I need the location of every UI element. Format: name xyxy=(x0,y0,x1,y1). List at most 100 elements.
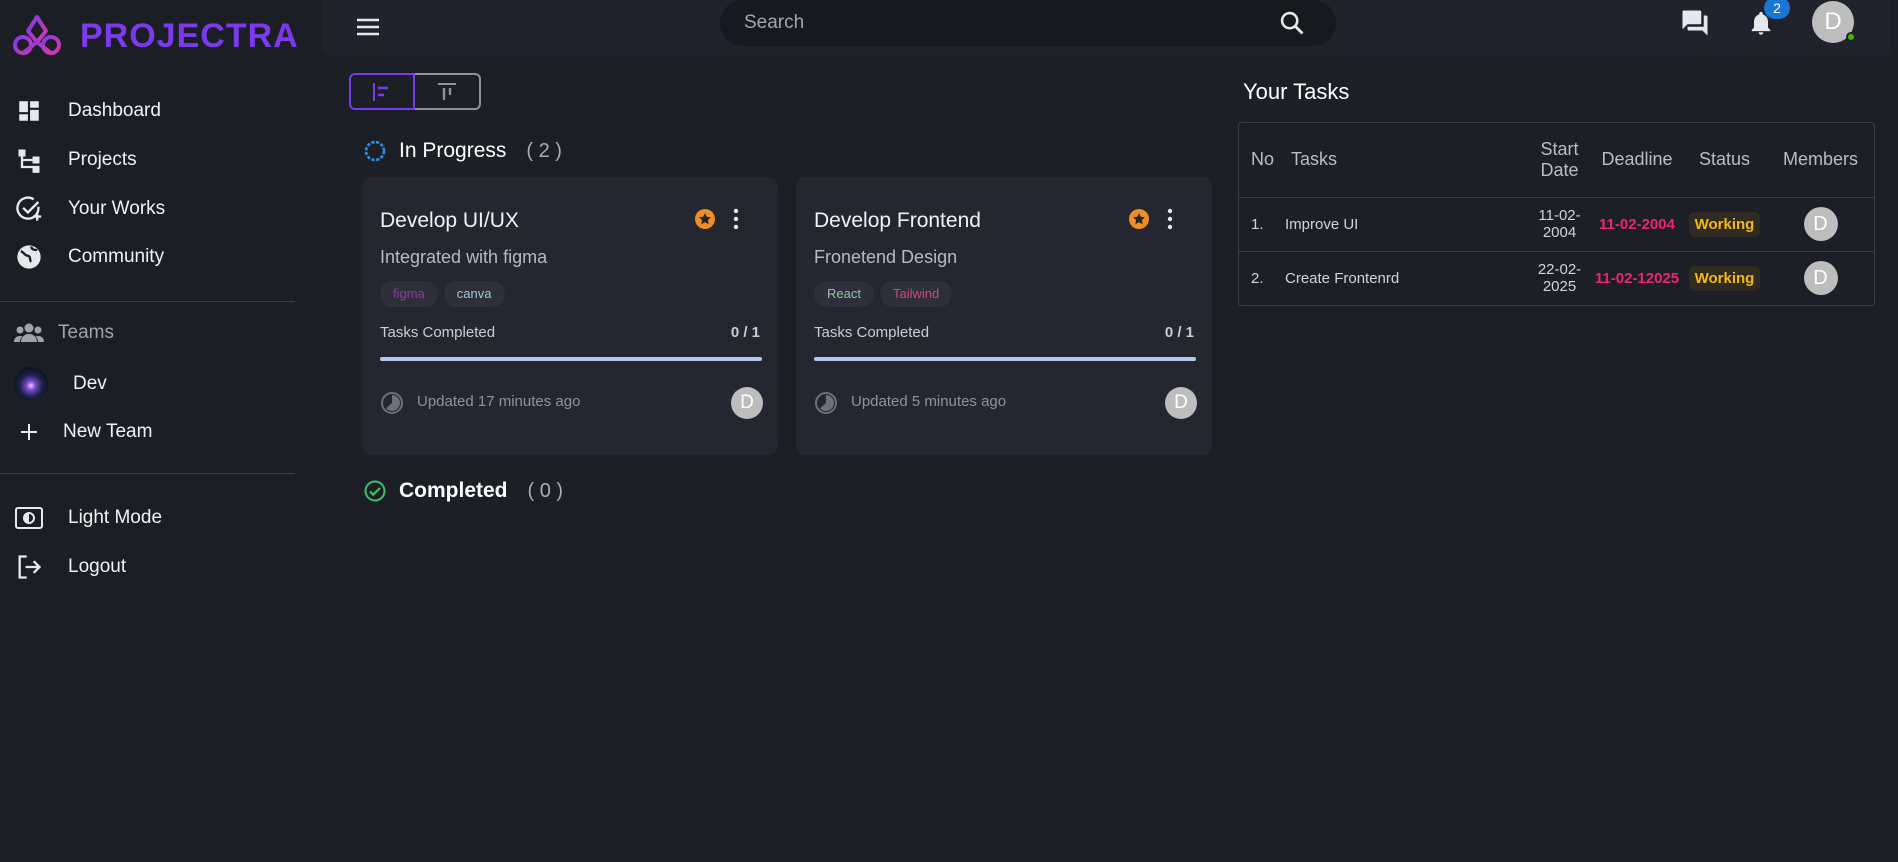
sidebar-item-projects[interactable]: Projects xyxy=(0,140,300,180)
project-card[interactable]: Develop Frontend Fronetend Design React … xyxy=(796,177,1212,455)
search-input[interactable] xyxy=(744,0,1264,46)
completed-title: Completed xyxy=(399,479,508,502)
status-badge: Working xyxy=(1688,211,1761,237)
col-header-no: No xyxy=(1239,123,1279,198)
tag-chip: Tailwind xyxy=(879,281,953,307)
sidebar-divider xyxy=(0,473,295,474)
sidebar-item-community[interactable]: Community xyxy=(0,237,300,277)
updated-time: Updated 5 minutes ago xyxy=(851,393,1007,410)
view-toggle xyxy=(349,73,482,110)
task-no: 1. xyxy=(1239,197,1279,252)
app-logo[interactable]: PROJECTRA xyxy=(10,14,299,58)
progress-bar xyxy=(814,357,1196,361)
sidebar-item-dashboard[interactable]: Dashboard xyxy=(0,91,300,131)
tasks-completed-label: Tasks Completed xyxy=(380,324,496,341)
tag-chip: canva xyxy=(443,281,505,307)
in-progress-heading: In Progress ( 2 ) xyxy=(363,139,562,163)
sidebar-item-label: Community xyxy=(68,246,165,267)
task-name: Improve UI xyxy=(1279,197,1527,252)
member-avatar[interactable]: D xyxy=(1165,387,1197,419)
tasks-completed-value: 0 / 1 xyxy=(730,324,760,341)
sidebar-item-team-dev[interactable]: Dev xyxy=(0,364,300,404)
logout-icon xyxy=(14,552,44,582)
task-status: Working xyxy=(1682,197,1767,252)
groups-icon xyxy=(14,323,44,342)
logout-button[interactable]: Logout xyxy=(0,547,300,587)
table-row[interactable]: 1. Improve UI 11-02-2004 11-02-2004 Work… xyxy=(1239,197,1874,252)
star-icon[interactable] xyxy=(1128,208,1150,230)
your-works-icon xyxy=(14,194,44,224)
align-left-icon xyxy=(373,82,388,101)
table-row[interactable]: 2. Create Frontenrd 22-02-2025 11-02-120… xyxy=(1239,251,1874,305)
task-start-date: 11-02-2004 xyxy=(1527,197,1592,252)
table-header-row: No Tasks Start Date Deadline Status Memb… xyxy=(1239,123,1874,198)
online-status-dot xyxy=(1846,32,1856,42)
col-header-status: Status xyxy=(1682,123,1767,198)
task-deadline: 11-02-2004 xyxy=(1592,197,1682,252)
light-mode-label: Light Mode xyxy=(68,507,163,528)
col-header-deadline: Deadline xyxy=(1592,123,1682,198)
card-tags: React Tailwind xyxy=(814,281,953,307)
task-start-date: 22-02-2025 xyxy=(1537,261,1582,296)
list-view-button[interactable] xyxy=(349,73,415,110)
status-badge: Working xyxy=(1688,265,1761,291)
light-mode-toggle[interactable]: Light Mode xyxy=(0,498,300,538)
tasks-completed-label: Tasks Completed xyxy=(814,324,930,341)
completed-count: ( 0 ) xyxy=(527,479,564,502)
chat-icon[interactable] xyxy=(1680,8,1710,38)
projectra-logo-icon xyxy=(13,15,61,55)
member-avatar[interactable]: D xyxy=(731,387,763,419)
member-avatar[interactable]: D xyxy=(1803,207,1838,241)
card-description: Integrated with figma xyxy=(380,247,548,267)
col-header-members: Members xyxy=(1767,123,1874,198)
in-progress-title: In Progress xyxy=(399,139,507,162)
team-avatar xyxy=(13,366,49,402)
sidebar-divider xyxy=(0,301,295,302)
updated-time: Updated 17 minutes ago xyxy=(417,393,581,410)
tasks-completed-value: 0 / 1 xyxy=(1164,324,1194,341)
plus-icon xyxy=(14,417,44,447)
card-title: Develop UI/UX xyxy=(380,209,519,232)
tag-chip: React xyxy=(814,281,874,307)
project-card[interactable]: Develop UI/UX Integrated with figma figm… xyxy=(362,177,778,455)
dashboard-icon xyxy=(14,96,44,126)
clock-icon xyxy=(815,392,837,414)
member-avatar[interactable]: D xyxy=(1803,261,1838,296)
card-description: Fronetend Design xyxy=(814,247,958,267)
align-top-icon xyxy=(438,82,456,100)
completed-heading: Completed ( 0 ) xyxy=(363,479,563,503)
search-bar xyxy=(720,0,1336,46)
sidebar-item-label: Dashboard xyxy=(68,100,161,121)
main-content: 2 D In Progress ( 2 ) Develop UI/UX Inte… xyxy=(316,0,1898,862)
your-tasks-title: Your Tasks xyxy=(1243,79,1350,104)
sidebar: PROJECTRA Dashboard Projects Your Works … xyxy=(0,0,316,862)
search-icon[interactable] xyxy=(1278,9,1306,37)
light-mode-icon xyxy=(14,503,44,533)
app-name: PROJECTRA xyxy=(80,16,299,55)
card-title: Develop Frontend xyxy=(814,209,981,232)
col-header-start-date: Start Date xyxy=(1527,123,1592,198)
task-name: Create Frontenrd xyxy=(1285,269,1400,287)
menu-button[interactable] xyxy=(353,12,383,42)
board-view-button[interactable] xyxy=(415,73,481,110)
star-icon[interactable] xyxy=(694,208,716,230)
in-progress-count: ( 2 ) xyxy=(526,139,562,162)
new-team-button[interactable]: New Team xyxy=(0,412,300,452)
more-options-icon[interactable] xyxy=(724,206,748,232)
check-circle-icon xyxy=(364,480,386,502)
teams-label: Teams xyxy=(58,322,114,343)
sidebar-item-your-works[interactable]: Your Works xyxy=(0,189,300,229)
your-tasks-table: No Tasks Start Date Deadline Status Memb… xyxy=(1238,122,1875,306)
sidebar-item-label: Your Works xyxy=(68,198,166,219)
notification-badge: 2 xyxy=(1764,0,1790,19)
task-status: Working xyxy=(1682,251,1767,305)
task-members: D xyxy=(1767,251,1874,305)
col-header-tasks: Tasks xyxy=(1279,123,1527,198)
sidebar-item-label: Projects xyxy=(68,149,137,170)
more-options-icon[interactable] xyxy=(1158,206,1182,232)
top-app-bar: 2 D xyxy=(323,0,1891,56)
logout-label: Logout xyxy=(68,556,127,577)
new-team-label: New Team xyxy=(63,421,153,442)
teams-heading: Teams xyxy=(14,322,114,344)
task-members: D xyxy=(1767,197,1874,252)
